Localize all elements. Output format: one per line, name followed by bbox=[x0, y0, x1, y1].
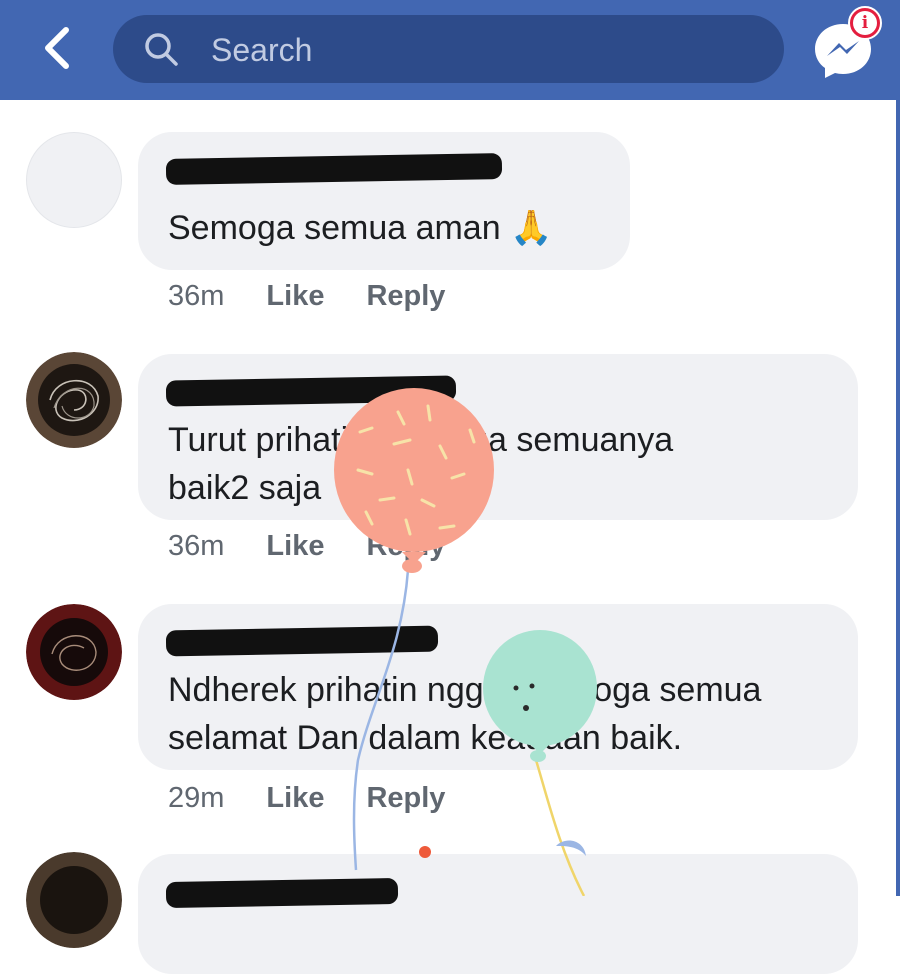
comment-bubble[interactable]: Semoga semua aman 🙏 bbox=[138, 132, 630, 270]
comment-bubble[interactable]: Turut prihatin, semoga semuanya baik2 sa… bbox=[138, 354, 858, 520]
search-icon bbox=[145, 33, 178, 66]
comment-actions: 29m Like Reply bbox=[168, 778, 487, 818]
reply-button[interactable]: Reply bbox=[366, 530, 445, 563]
reply-button[interactable]: Reply bbox=[366, 280, 445, 313]
comment-actions: 36m Like Reply bbox=[168, 276, 487, 316]
redaction-mark bbox=[166, 153, 503, 185]
avatar-image bbox=[26, 852, 122, 948]
comment-author-redacted[interactable] bbox=[166, 372, 466, 408]
search-bar[interactable] bbox=[113, 15, 784, 83]
comment-time[interactable]: 29m bbox=[168, 782, 224, 815]
redaction-mark bbox=[166, 877, 399, 909]
reply-button[interactable]: Reply bbox=[366, 782, 445, 815]
scrollbar[interactable] bbox=[896, 100, 900, 896]
comment-bubble[interactable] bbox=[138, 854, 858, 974]
comment-text: Ndherek prihatin nggih, semoga semua sel… bbox=[168, 671, 762, 757]
notification-badge[interactable]: i bbox=[848, 6, 882, 40]
comment-time[interactable]: 36m bbox=[168, 530, 224, 563]
comment-bubble[interactable]: Ndherek prihatin nggih, semoga semua sel… bbox=[138, 604, 858, 770]
comment-text: Turut prihatin, semoga semuanya baik2 sa… bbox=[168, 421, 674, 507]
redaction-mark bbox=[166, 375, 457, 407]
back-icon bbox=[45, 27, 69, 69]
comment-time[interactable]: 36m bbox=[168, 280, 224, 313]
avatar-image bbox=[26, 604, 122, 700]
badge-text: i bbox=[861, 12, 869, 33]
avatar[interactable] bbox=[26, 604, 122, 700]
redaction-mark bbox=[166, 625, 439, 657]
like-button[interactable]: Like bbox=[266, 280, 324, 313]
comment-author-redacted[interactable] bbox=[166, 150, 511, 186]
comment-text: Semoga semua aman 🙏 bbox=[168, 209, 553, 247]
like-button[interactable]: Like bbox=[266, 530, 324, 563]
info-badge-icon: i bbox=[853, 11, 877, 35]
back-button[interactable] bbox=[34, 26, 78, 70]
comment-author-redacted[interactable] bbox=[166, 622, 446, 658]
search-input[interactable] bbox=[209, 25, 773, 75]
comment-author-redacted[interactable] bbox=[166, 874, 406, 910]
avatar[interactable] bbox=[26, 852, 122, 948]
comment-actions: 36m Like Reply bbox=[168, 526, 487, 566]
like-button[interactable]: Like bbox=[266, 782, 324, 815]
top-bar: i bbox=[0, 0, 900, 100]
avatar[interactable] bbox=[26, 132, 122, 228]
avatar-image bbox=[26, 352, 122, 448]
avatar[interactable] bbox=[26, 352, 122, 448]
